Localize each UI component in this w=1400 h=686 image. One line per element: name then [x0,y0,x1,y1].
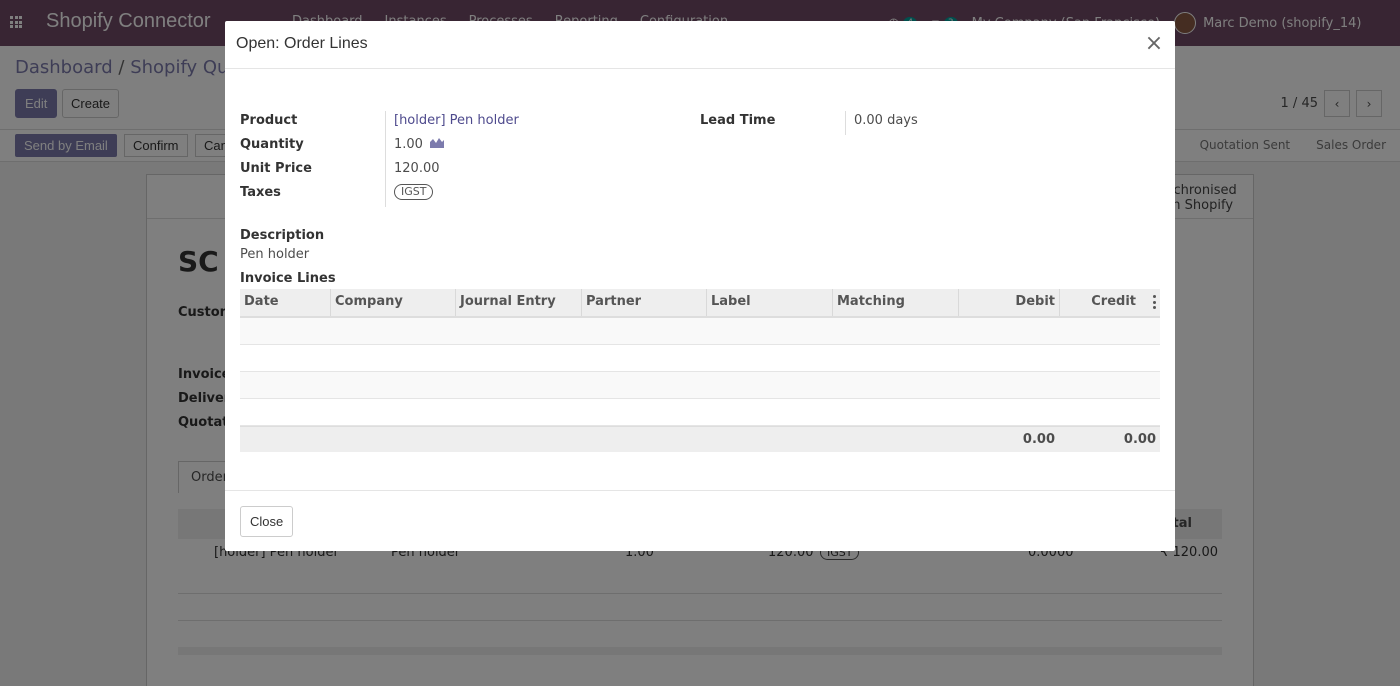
description-label: Description [240,228,325,243]
lead-time-label: Lead Time [700,113,776,128]
column-header-matching[interactable]: Matching [833,289,959,316]
unit-price-value: 120.00 [394,161,440,176]
table-row [240,318,1160,345]
unit-price-label: Unit Price [240,161,312,176]
invoice-lines-table: Date Company Journal Entry Partner Label… [240,289,1160,452]
field-divider [845,111,846,135]
tax-tag: IGST [394,184,434,200]
quantity-field: 1.00 [394,137,445,152]
column-header-debit[interactable]: Debit [959,289,1060,316]
table-footer: 0.00 0.00 [240,426,1160,452]
forecast-graph-icon[interactable] [430,137,445,152]
column-header-journal-entry[interactable]: Journal Entry [456,289,582,316]
table-header: Date Company Journal Entry Partner Label… [240,289,1160,318]
description-value: Pen holder [240,247,310,262]
quantity-value: 1.00 [394,137,423,152]
column-header-label[interactable]: Label [707,289,833,316]
column-header-credit[interactable]: Credit [1060,289,1140,316]
quantity-label: Quantity [240,137,304,152]
close-icon[interactable]: × [1143,31,1165,57]
product-label: Product [240,113,298,128]
table-row [240,345,1160,372]
lead-time-value: 0.00 days [854,113,918,128]
product-link[interactable]: [holder] Pen holder [394,113,519,128]
field-divider [385,111,386,207]
taxes-label: Taxes [240,185,281,200]
credit-total: 0.00 [1123,432,1156,447]
column-header-date[interactable]: Date [240,289,331,316]
dialog-title: Open: Order Lines [236,35,368,52]
column-header-partner[interactable]: Partner [582,289,707,316]
order-line-dialog: Open: Order Lines × Product [holder] Pen… [225,21,1175,551]
close-button[interactable]: Close [240,506,294,537]
column-options-icon[interactable] [1152,295,1156,309]
table-row [240,399,1160,426]
column-header-company[interactable]: Company [331,289,456,316]
debit-total: 0.00 [1022,432,1055,447]
invoice-lines-label: Invoice Lines [240,271,336,286]
table-row [240,372,1160,399]
dialog-header: Open: Order Lines × [225,21,1175,69]
dialog-footer: Close [225,490,1175,551]
